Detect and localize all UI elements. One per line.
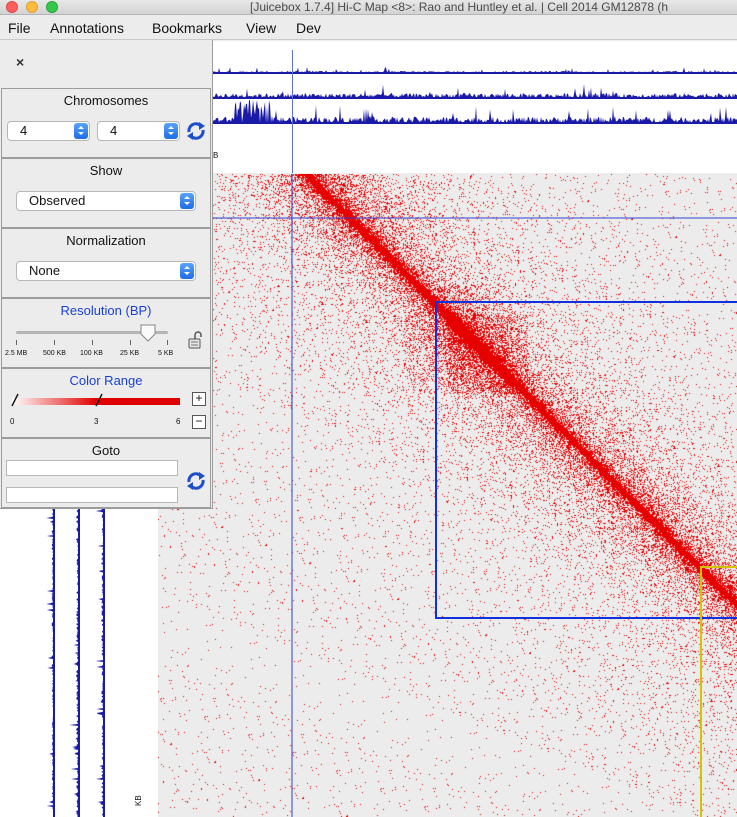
chevron-updown-icon: [164, 123, 178, 139]
domain-box-blue[interactable]: [435, 301, 737, 619]
normalization-title: Normalization: [66, 233, 146, 248]
chevron-updown-icon: [180, 193, 194, 209]
resolution-tick: [54, 340, 55, 345]
color-range-section: Color Range 0 3 6 + −: [1, 368, 211, 438]
color-range-plus-button[interactable]: +: [192, 392, 206, 406]
resolution-tick-label: 5 KB: [158, 350, 174, 357]
chromosome-y-select[interactable]: 4: [97, 121, 180, 141]
menu-annotations[interactable]: Annotations: [50, 20, 124, 36]
goto-title: Goto: [91, 443, 121, 458]
menu-dev[interactable]: Dev: [296, 20, 321, 36]
hic-heatmap[interactable]: [158, 174, 737, 817]
window-maximize-button[interactable]: [46, 1, 58, 13]
goto-x-field[interactable]: [6, 460, 178, 476]
chromosome-x-value: 4: [20, 123, 28, 138]
color-range-label-mid: 3: [94, 417, 99, 426]
resolution-tick: [130, 340, 131, 345]
show-title: Show: [89, 163, 123, 178]
color-range-label-max: 6: [176, 417, 181, 426]
chromosome-y-value: 4: [110, 123, 118, 138]
resolution-tick-label: 2.5 MB: [5, 350, 28, 357]
left-track-signal-2: [69, 508, 79, 817]
left-track-signal-1: [46, 508, 54, 817]
goto-section: Goto: [1, 438, 211, 508]
normalization-value: None: [29, 263, 61, 278]
chromosome-x-select[interactable]: 4: [7, 121, 90, 141]
crosshair-top-extension: [292, 50, 293, 173]
heatmap-overlay: [158, 174, 737, 817]
left-track-signal-3: [95, 508, 104, 817]
window-minimize-button[interactable]: [26, 1, 38, 13]
resolution-tick-label: 100 KB: [80, 350, 103, 357]
chevron-updown-icon: [180, 263, 194, 279]
domain-box-yellow[interactable]: [700, 566, 737, 817]
resolution-tick-label: 500 KB: [43, 350, 66, 357]
goto-y-field[interactable]: [6, 487, 178, 503]
normalization-select[interactable]: None: [16, 261, 196, 281]
resolution-title[interactable]: Resolution (BP): [2, 303, 210, 318]
chromosomes-title: Chromosomes: [63, 93, 149, 108]
chromosomes-section: Chromosomes 4 4: [1, 88, 211, 158]
resolution-section: Resolution (BP) 2.5 MB 500 KB 100 KB 25 …: [1, 298, 211, 368]
resolution-slider-thumb[interactable]: [140, 324, 156, 342]
normalization-section: Normalization None: [1, 228, 211, 298]
window-close-button[interactable]: [6, 1, 18, 13]
resolution-tick-label: 25 KB: [120, 350, 140, 357]
chevron-updown-icon: [74, 123, 88, 139]
color-range-title[interactable]: Color Range: [2, 373, 210, 388]
show-value: Observed: [29, 193, 86, 208]
color-range-low-thumb[interactable]: [10, 393, 20, 407]
juicebox-window: [Juicebox 1.7.4] Hi-C Map <8>: Rao and H…: [0, 0, 737, 817]
close-panel-icon[interactable]: ×: [16, 54, 24, 70]
window-title: [Juicebox 1.7.4] Hi-C Map <8>: Rao and H…: [250, 0, 669, 14]
show-select[interactable]: Observed: [16, 191, 196, 211]
resolution-tick: [16, 340, 17, 345]
resolution-tick: [92, 340, 93, 345]
color-range-label-min: 0: [10, 417, 15, 426]
color-range-minus-button[interactable]: −: [192, 415, 206, 429]
left-tracks-plot: [46, 508, 105, 817]
control-panel: × Chromosomes 4 4 Show Observed Normaliz…: [0, 40, 213, 509]
left-track-unit-label: KB: [134, 795, 143, 806]
goto-refresh-icon[interactable]: [185, 470, 207, 492]
resolution-tick: [167, 340, 168, 345]
refresh-chromosomes-icon[interactable]: [185, 120, 207, 142]
menu-view[interactable]: View: [246, 20, 276, 36]
left-tracks-panel[interactable]: [0, 508, 158, 817]
title-bar: [Juicebox 1.7.4] Hi-C Map <8>: Rao and H…: [0, 0, 737, 15]
unlock-icon[interactable]: [188, 331, 202, 349]
menu-bookmarks[interactable]: Bookmarks: [152, 20, 222, 36]
menu-file[interactable]: File: [8, 20, 31, 36]
top-track-unit-label: B: [213, 151, 219, 160]
show-section: Show Observed: [1, 158, 211, 228]
menu-bar: File Annotations Bookmarks View Dev: [0, 16, 737, 40]
color-range-high-thumb[interactable]: [94, 393, 104, 407]
